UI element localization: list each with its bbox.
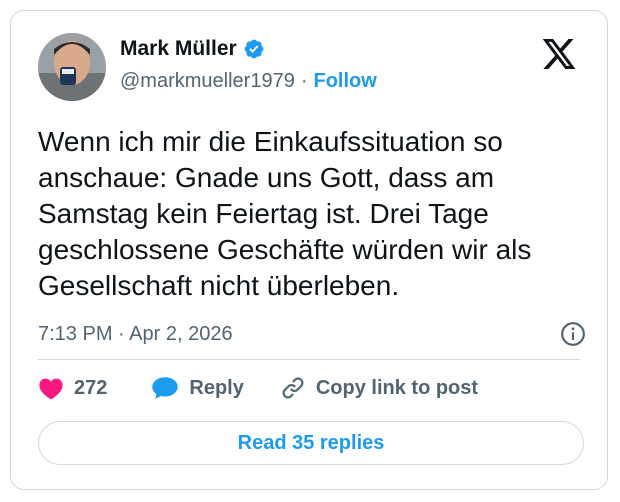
author-name-row: Mark Müller xyxy=(120,37,265,61)
author-name[interactable]: Mark Müller xyxy=(120,37,237,61)
copy-link-label: Copy link to post xyxy=(315,376,479,399)
info-icon[interactable] xyxy=(560,321,586,347)
x-logo-icon[interactable] xyxy=(543,39,577,69)
divider xyxy=(38,359,580,360)
post-card: Mark Müller @markmueller1979 · Follow We… xyxy=(10,10,608,490)
heart-icon xyxy=(39,378,63,400)
copy-link-button[interactable]: Copy link to post xyxy=(280,375,478,401)
avatar[interactable] xyxy=(38,33,106,101)
speech-bubble-icon xyxy=(152,377,179,399)
reply-label: Reply xyxy=(189,376,244,399)
verified-badge-icon xyxy=(244,39,264,59)
like-count: 272 xyxy=(74,376,108,399)
read-replies-button[interactable]: Read 35 replies xyxy=(38,421,584,465)
like-button[interactable]: 272 xyxy=(38,376,107,400)
reply-button[interactable]: Reply xyxy=(151,376,244,400)
author-handle[interactable]: @markmueller1979 xyxy=(120,70,295,93)
post-timestamp[interactable]: 7:13 PM · Apr 2, 2026 xyxy=(38,323,233,346)
separator-dot: · xyxy=(300,70,308,92)
avatar-photo xyxy=(38,33,106,101)
action-bar: 272 Reply Copy link to post xyxy=(38,375,478,401)
post-meta-row: 7:13 PM · Apr 2, 2026 xyxy=(38,321,586,347)
follow-button[interactable]: Follow xyxy=(314,70,377,93)
author-handle-row: @markmueller1979 · Follow xyxy=(120,70,377,93)
link-icon xyxy=(282,377,304,399)
post-text: Wenn ich mir die Einkaufssituation so an… xyxy=(38,126,532,301)
